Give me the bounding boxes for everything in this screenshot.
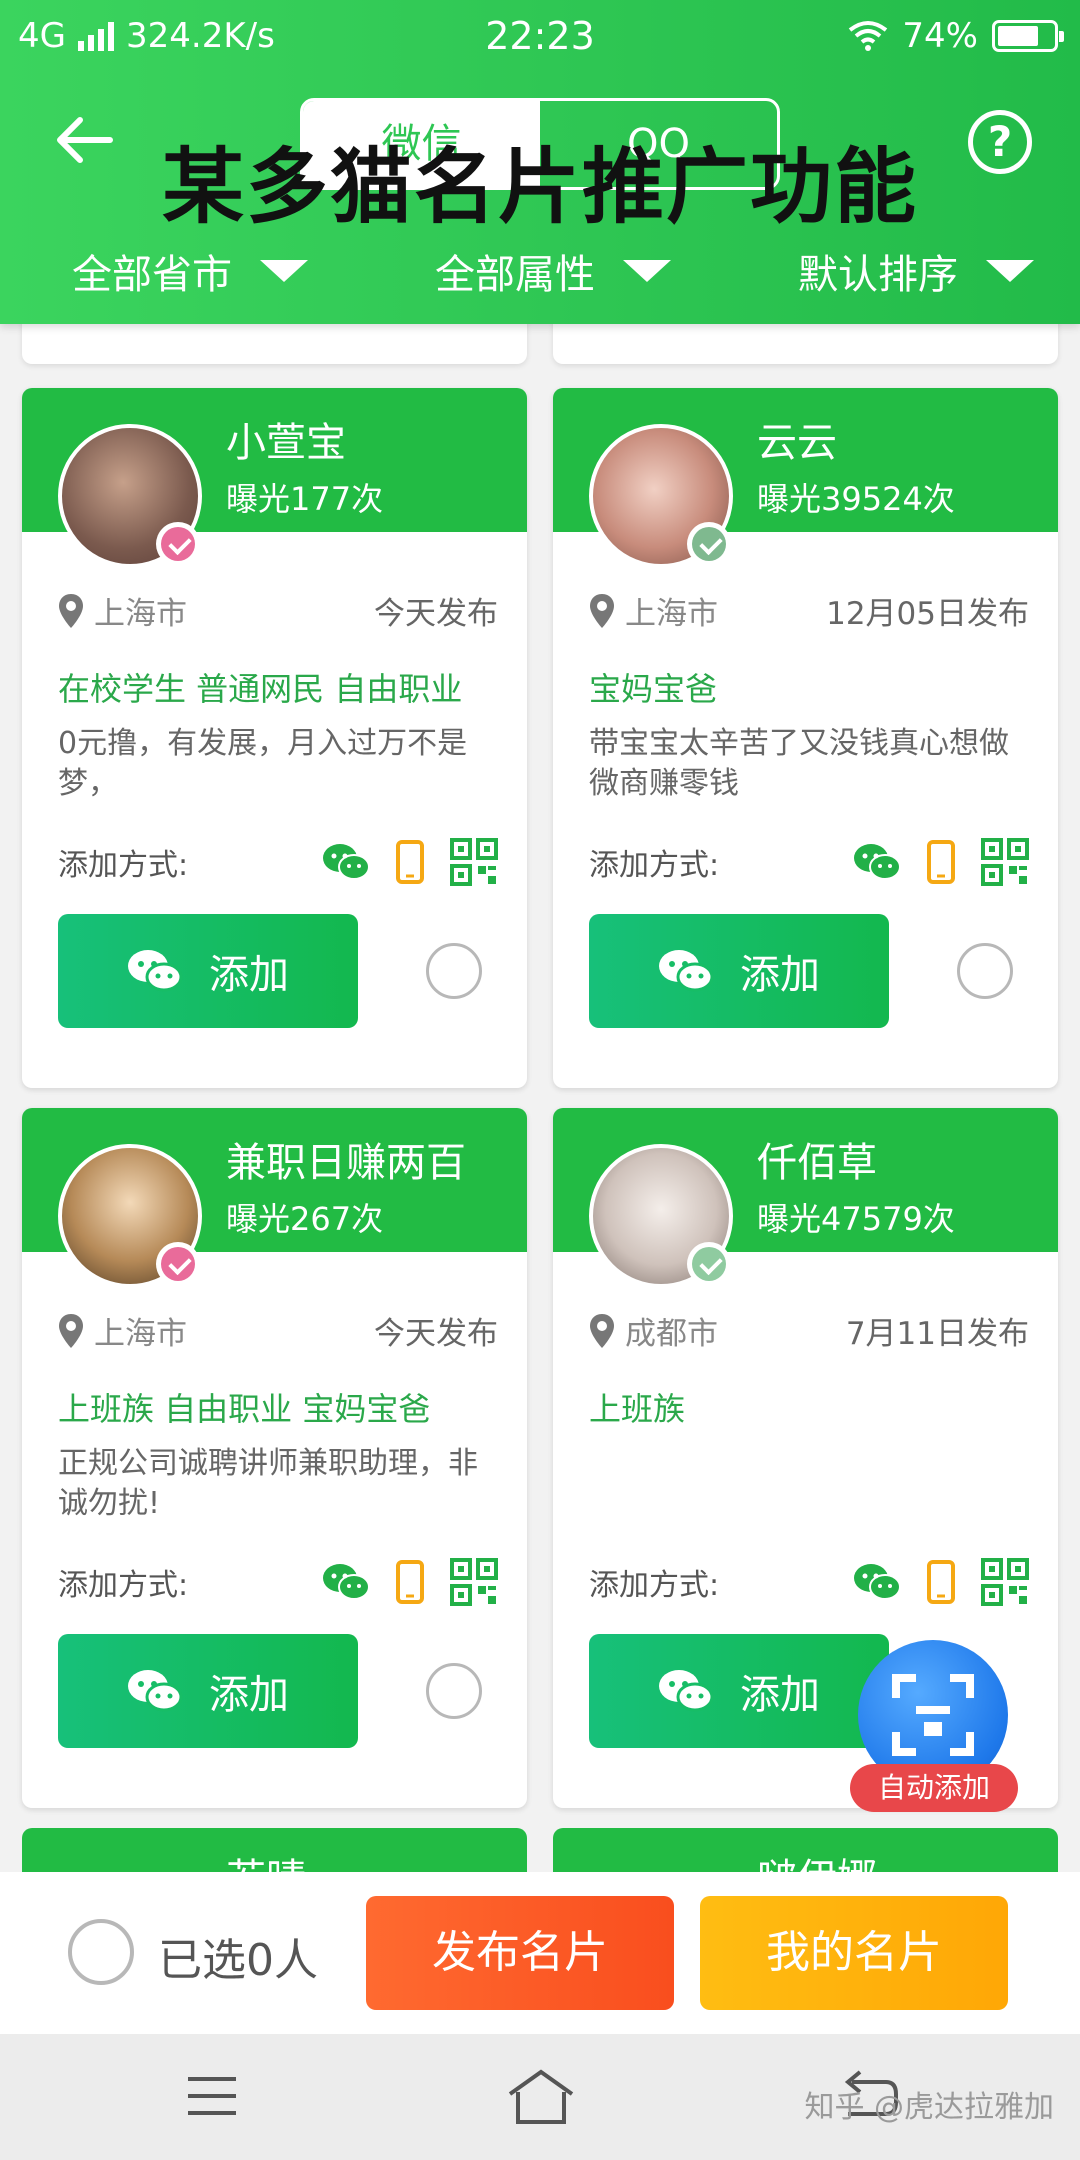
wechat-icon bbox=[854, 844, 901, 880]
location-pin-icon bbox=[59, 1313, 83, 1348]
add-method-label: 添加方式: bbox=[589, 1568, 720, 1603]
auto-add-button[interactable]: 自动添加 bbox=[850, 1640, 1018, 1812]
card-exposure: 曝光267次 bbox=[226, 1200, 384, 1238]
card-exposure: 曝光39524次 bbox=[757, 480, 955, 518]
previous-card-stub bbox=[22, 324, 527, 364]
card-tags: 宝妈宝爸 bbox=[589, 670, 718, 708]
filter-bar: 全部省市 全部属性 默认排序 bbox=[0, 236, 1080, 306]
add-method-label: 添加方式: bbox=[58, 848, 189, 883]
dropdown-triangle-icon bbox=[260, 260, 308, 282]
battery-icon bbox=[992, 20, 1064, 52]
card-published: 今天发布 bbox=[374, 1316, 498, 1352]
location-pin-icon bbox=[59, 593, 83, 628]
card-tags: 上班族 自由职业 宝妈宝爸 bbox=[58, 1390, 431, 1428]
wechat-icon bbox=[854, 1564, 901, 1600]
verified-badge-icon bbox=[687, 1242, 731, 1286]
card-description: 正规公司诚聘讲师兼职助理，非诚勿扰! bbox=[58, 1446, 478, 1521]
add-method-label: 添加方式: bbox=[589, 848, 720, 883]
qr-code-icon bbox=[981, 1558, 1029, 1606]
qr-code-icon bbox=[981, 838, 1029, 886]
phone-icon bbox=[927, 840, 955, 884]
add-button[interactable]: 添加 bbox=[58, 1634, 358, 1748]
previous-card-stub bbox=[553, 324, 1058, 364]
wechat-icon bbox=[323, 1564, 370, 1600]
overlay-caption: 某多猫名片推广功能 bbox=[161, 140, 918, 235]
dropdown-triangle-icon bbox=[986, 260, 1034, 282]
qr-code-icon bbox=[450, 1558, 498, 1606]
filter-attribute[interactable]: 全部属性 bbox=[435, 236, 671, 306]
wechat-icon bbox=[128, 1670, 183, 1712]
app-header: 4G 324.2K/s 22:23 74% 微信 QQ ? 某多猫名片推广功能 bbox=[0, 0, 1080, 324]
select-radio[interactable] bbox=[957, 943, 1013, 999]
add-button-label: 添加 bbox=[740, 1672, 820, 1718]
watermark: 知乎 @虎达拉雅加 bbox=[804, 2090, 1054, 2125]
card-name: 兼职日赚两百 bbox=[226, 1140, 466, 1186]
phone-icon bbox=[396, 1560, 424, 1604]
filter-province-label: 全部省市 bbox=[72, 252, 232, 298]
select-all-radio[interactable] bbox=[68, 1919, 134, 1985]
add-button[interactable]: 添加 bbox=[589, 1634, 889, 1748]
next-card-stub: 啵伊娜 bbox=[553, 1828, 1058, 1872]
wechat-icon bbox=[323, 844, 370, 880]
card-description: 0元撸，有发展，月入过万不是梦， bbox=[58, 726, 468, 801]
auto-add-label: 自动添加 bbox=[850, 1764, 1018, 1812]
menu-icon[interactable] bbox=[186, 2074, 238, 2118]
card-published: 今天发布 bbox=[374, 596, 498, 632]
card-name: 仟佰草 bbox=[757, 1140, 877, 1186]
contact-card: 小萱宝 曝光177次 上海市 今天发布 在校学生 普通网民 自由职业 0元撸，有… bbox=[22, 388, 527, 1088]
add-method-label: 添加方式: bbox=[58, 1568, 189, 1603]
card-description: 带宝宝太辛苦了又没钱真心想做微商赚零钱 bbox=[589, 726, 1009, 801]
add-button-label: 添加 bbox=[740, 952, 820, 998]
card-location: 上海市 bbox=[625, 596, 718, 632]
contact-card: 兼职日赚两百 曝光267次 上海市 今天发布 上班族 自由职业 宝妈宝爸 正规公… bbox=[22, 1108, 527, 1808]
add-button[interactable]: 添加 bbox=[58, 914, 358, 1028]
status-bar: 4G 324.2K/s 22:23 74% bbox=[0, 0, 1080, 70]
card-location: 上海市 bbox=[94, 596, 187, 632]
contact-card: 云云 曝光39524次 上海市 12月05日发布 宝妈宝爸 带宝宝太辛苦了又没钱… bbox=[553, 388, 1058, 1088]
card-tags: 上班族 bbox=[589, 1390, 686, 1428]
add-button[interactable]: 添加 bbox=[589, 914, 889, 1028]
battery-percent: 74% bbox=[902, 16, 978, 56]
card-tags: 在校学生 普通网民 自由职业 bbox=[58, 670, 463, 708]
publish-card-button[interactable]: 发布名片 bbox=[366, 1896, 674, 2010]
add-button-label: 添加 bbox=[209, 952, 289, 998]
card-exposure: 曝光47579次 bbox=[757, 1200, 955, 1238]
location-pin-icon bbox=[590, 593, 614, 628]
wechat-icon bbox=[128, 950, 183, 992]
dropdown-triangle-icon bbox=[623, 260, 671, 282]
select-radio[interactable] bbox=[426, 1663, 482, 1719]
verified-badge-icon bbox=[156, 1242, 200, 1286]
verified-badge-icon bbox=[687, 522, 731, 566]
my-card-button[interactable]: 我的名片 bbox=[700, 1896, 1008, 2010]
select-radio[interactable] bbox=[426, 943, 482, 999]
bottom-action-bar: 已选0人 发布名片 我的名片 bbox=[0, 1872, 1080, 2034]
card-name: 小萱宝 bbox=[226, 420, 346, 466]
card-published: 12月05日发布 bbox=[826, 596, 1029, 632]
card-location: 成都市 bbox=[625, 1316, 718, 1352]
selected-count: 已选0人 bbox=[158, 1935, 318, 1986]
phone-icon bbox=[396, 840, 424, 884]
wifi-icon bbox=[849, 21, 888, 51]
verified-badge-icon bbox=[156, 522, 200, 566]
qr-code-icon bbox=[450, 838, 498, 886]
add-button-label: 添加 bbox=[209, 1672, 289, 1718]
phone-icon bbox=[927, 1560, 955, 1604]
card-published: 7月11日发布 bbox=[845, 1316, 1029, 1352]
filter-sort-label: 默认排序 bbox=[798, 252, 958, 298]
wechat-icon bbox=[659, 950, 714, 992]
card-name: 云云 bbox=[757, 420, 837, 466]
filter-province[interactable]: 全部省市 bbox=[72, 236, 308, 306]
filter-attribute-label: 全部属性 bbox=[435, 252, 595, 298]
card-name: 若晴 bbox=[226, 1846, 306, 1872]
card-name: 啵伊娜 bbox=[757, 1846, 877, 1872]
home-icon[interactable] bbox=[506, 2068, 576, 2126]
wechat-icon bbox=[659, 1670, 714, 1712]
filter-sort[interactable]: 默认排序 bbox=[798, 236, 1034, 306]
next-card-stub: 若晴 bbox=[22, 1828, 527, 1872]
card-exposure: 曝光177次 bbox=[226, 480, 384, 518]
location-pin-icon bbox=[590, 1313, 614, 1348]
card-location: 上海市 bbox=[94, 1316, 187, 1352]
